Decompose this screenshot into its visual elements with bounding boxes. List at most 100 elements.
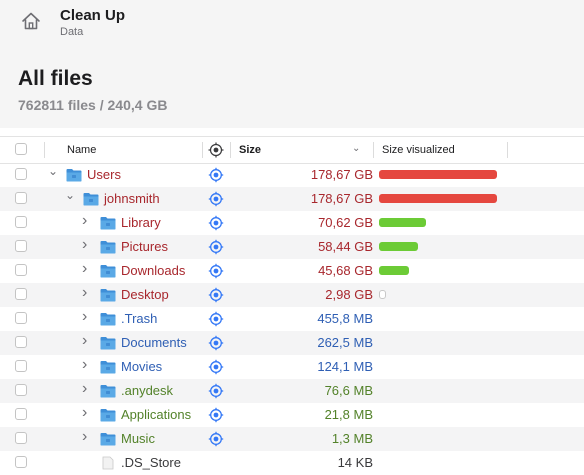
table-row[interactable]: › .anydesk 76,6 MB	[0, 379, 584, 403]
file-name[interactable]: .Trash	[121, 311, 157, 327]
locate-in-finder-icon[interactable]	[208, 215, 224, 231]
column-separator[interactable]	[373, 142, 374, 158]
size-bar	[379, 170, 497, 179]
app-title: Clean Up	[60, 7, 126, 24]
row-checkbox[interactable]	[15, 456, 27, 468]
chevron-right-icon[interactable]: ›	[82, 405, 87, 421]
column-separator[interactable]	[202, 142, 203, 158]
file-size: 2,98 GB	[325, 287, 373, 302]
row-checkbox[interactable]	[15, 360, 27, 372]
chevron-down-icon[interactable]: ⌄	[48, 163, 58, 179]
table-row[interactable]: › Pictures 58,44 GB	[0, 235, 584, 259]
file-name[interactable]: johnsmith	[104, 191, 160, 207]
size-bar	[379, 266, 409, 275]
file-size: 58,44 GB	[318, 239, 373, 254]
chevron-down-icon[interactable]: ⌄	[65, 187, 75, 203]
locate-in-finder-icon[interactable]	[208, 383, 224, 399]
locate-in-finder-icon[interactable]	[208, 191, 224, 207]
row-checkbox[interactable]	[15, 192, 27, 204]
home-icon[interactable]	[20, 10, 42, 32]
file-name[interactable]: Pictures	[121, 239, 168, 255]
locate-in-finder-icon[interactable]	[208, 431, 224, 447]
file-name[interactable]: Library	[121, 215, 161, 231]
chevron-right-icon[interactable]: ›	[82, 381, 87, 397]
folder-home-icon	[83, 193, 99, 206]
file-size: 455,8 MB	[317, 311, 373, 326]
file-name[interactable]: .DS_Store	[121, 455, 181, 471]
row-checkbox[interactable]	[15, 408, 27, 420]
page-summary: 762811 files / 240,4 GB	[18, 97, 168, 113]
file-icon	[102, 456, 114, 470]
file-name[interactable]: Downloads	[121, 263, 185, 279]
row-checkbox[interactable]	[15, 312, 27, 324]
locate-in-finder-icon[interactable]	[208, 263, 224, 279]
table-row[interactable]: › Movies 124,1 MB	[0, 355, 584, 379]
row-checkbox[interactable]	[15, 432, 27, 444]
chevron-right-icon[interactable]: ›	[82, 333, 87, 349]
file-size: 124,1 MB	[317, 359, 373, 374]
chevron-right-icon[interactable]: ›	[82, 357, 87, 373]
column-separator[interactable]	[230, 142, 231, 158]
locate-column-icon[interactable]	[208, 142, 224, 158]
size-bar	[379, 290, 386, 299]
chevron-right-icon[interactable]: ›	[82, 285, 87, 301]
page-title: All files	[18, 67, 93, 90]
file-name[interactable]: Users	[87, 167, 121, 183]
folder-desktop-icon	[100, 289, 116, 302]
locate-in-finder-icon[interactable]	[208, 359, 224, 375]
size-bar	[379, 242, 418, 251]
column-separator[interactable]	[507, 142, 508, 158]
row-checkbox[interactable]	[15, 264, 27, 276]
folder-downloads-icon	[100, 265, 116, 278]
locate-in-finder-icon[interactable]	[208, 167, 224, 183]
file-name[interactable]: Applications	[121, 407, 191, 423]
locate-in-finder-icon[interactable]	[208, 335, 224, 351]
table-row[interactable]: › Applications 21,8 MB	[0, 403, 584, 427]
column-header-size[interactable]: Size	[239, 144, 261, 156]
table-row[interactable]: › Downloads 45,68 GB	[0, 259, 584, 283]
file-name[interactable]: .anydesk	[121, 383, 173, 399]
app-subtitle: Data	[60, 26, 84, 38]
chevron-right-icon[interactable]: ›	[82, 309, 87, 325]
chevron-right-icon[interactable]: ›	[82, 237, 87, 253]
column-separator[interactable]	[44, 142, 45, 158]
select-all-checkbox[interactable]	[15, 143, 27, 155]
table-row[interactable]: › .Trash 455,8 MB	[0, 307, 584, 331]
locate-in-finder-icon[interactable]	[208, 407, 224, 423]
header: Clean Up Data All files 762811 files / 2…	[0, 0, 584, 128]
folder-anydesk-icon	[100, 385, 116, 398]
folder-trash-icon	[100, 313, 116, 326]
row-checkbox[interactable]	[15, 216, 27, 228]
table-row[interactable]: › Library 70,62 GB	[0, 211, 584, 235]
sort-descending-icon[interactable]: ⌄	[352, 143, 360, 154]
row-checkbox[interactable]	[15, 336, 27, 348]
table-row[interactable]: ⌄ johnsmith 178,67 GB	[0, 187, 584, 211]
file-size: 21,8 MB	[324, 407, 373, 422]
locate-in-finder-icon[interactable]	[208, 239, 224, 255]
row-checkbox[interactable]	[15, 384, 27, 396]
file-name[interactable]: Movies	[121, 359, 162, 375]
table-row[interactable]: › Music 1,3 MB	[0, 427, 584, 451]
folder-documents-icon	[100, 337, 116, 350]
table-row[interactable]: .DS_Store 14 KB	[0, 451, 584, 475]
locate-in-finder-icon[interactable]	[208, 287, 224, 303]
chevron-right-icon[interactable]: ›	[82, 261, 87, 277]
folder-library-icon	[100, 217, 116, 230]
chevron-right-icon[interactable]: ›	[82, 429, 87, 445]
folder-movies-icon	[100, 361, 116, 374]
table-row[interactable]: › Documents 262,5 MB	[0, 331, 584, 355]
folder-pictures-icon	[100, 241, 116, 254]
chevron-right-icon[interactable]: ›	[82, 213, 87, 229]
folder-users-icon	[66, 169, 82, 182]
file-name[interactable]: Documents	[121, 335, 187, 351]
file-name[interactable]: Music	[121, 431, 155, 447]
table-row[interactable]: › Desktop 2,98 GB	[0, 283, 584, 307]
locate-in-finder-icon[interactable]	[208, 311, 224, 327]
column-header-size-visualized[interactable]: Size visualized	[382, 144, 455, 156]
row-checkbox[interactable]	[15, 240, 27, 252]
file-name[interactable]: Desktop	[121, 287, 169, 303]
row-checkbox[interactable]	[15, 288, 27, 300]
row-checkbox[interactable]	[15, 168, 27, 180]
column-header-name[interactable]: Name	[67, 144, 96, 156]
table-row[interactable]: ⌄ Users 178,67 GB	[0, 163, 584, 187]
